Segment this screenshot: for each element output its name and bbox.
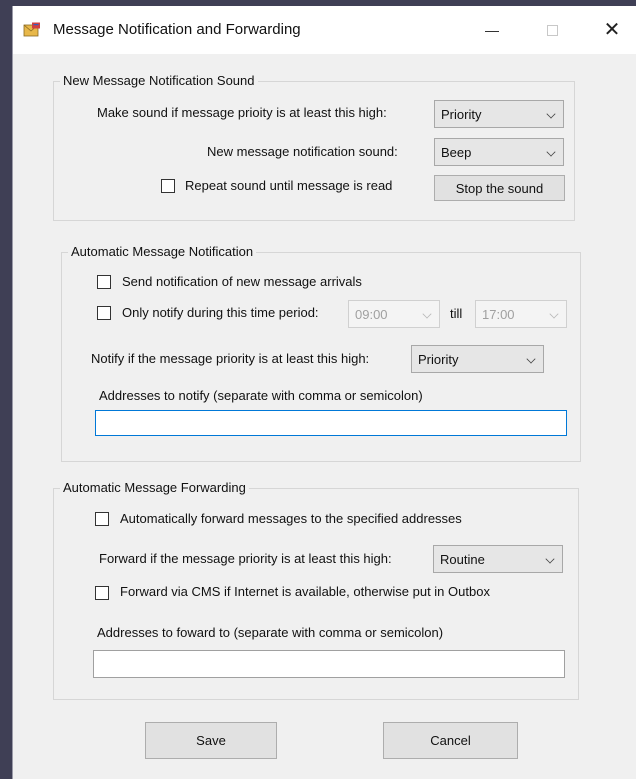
sound-select[interactable]: Beep — [434, 138, 564, 166]
sound-label: New message notification sound: — [207, 144, 398, 159]
maximize-button[interactable] — [523, 6, 581, 54]
sound-priority-label: Make sound if message prioity is at leas… — [97, 105, 387, 120]
forward-priority-select[interactable]: Routine — [433, 545, 563, 573]
notify-addresses-label: Addresses to notify (separate with comma… — [99, 388, 423, 403]
notify-priority-label: Notify if the message priority is at lea… — [91, 351, 370, 366]
chevron-down-icon — [526, 354, 536, 364]
forward-priority-label: Forward if the message priority is at le… — [99, 551, 392, 566]
cms-forward-label[interactable]: Forward via CMS if Internet is available… — [120, 584, 490, 599]
cancel-button[interactable]: Cancel — [383, 722, 518, 759]
auto-forward-checkbox[interactable] — [95, 512, 109, 526]
chevron-down-icon — [549, 309, 559, 319]
stop-sound-button[interactable]: Stop the sound — [434, 175, 565, 201]
minimize-button[interactable] — [463, 6, 521, 54]
minimize-icon — [485, 30, 499, 32]
repeat-sound-label[interactable]: Repeat sound until message is read — [185, 178, 392, 193]
start-time-select[interactable]: 09:00 — [348, 300, 440, 328]
forward-priority-value: Routine — [440, 552, 485, 567]
end-time-select[interactable]: 17:00 — [475, 300, 567, 328]
notify-priority-value: Priority — [418, 352, 459, 367]
chevron-down-icon — [545, 554, 555, 564]
repeat-sound-checkbox[interactable] — [161, 179, 175, 193]
auto-forward-label[interactable]: Automatically forward messages to the sp… — [120, 511, 462, 526]
dialog-window: Message Notification and Forwarding ✕ Ne… — [12, 6, 636, 779]
notify-addresses-input[interactable] — [95, 410, 567, 436]
close-button[interactable]: ✕ — [583, 6, 636, 54]
envelope-app-icon — [23, 22, 40, 37]
forward-addresses-label: Addresses to foward to (separate with co… — [97, 625, 444, 640]
notify-priority-select[interactable]: Priority — [411, 345, 544, 373]
title-bar[interactable]: Message Notification and Forwarding ✕ — [13, 6, 636, 54]
end-time-value: 17:00 — [482, 307, 515, 322]
time-period-checkbox[interactable] — [97, 306, 111, 320]
forward-group-title: Automatic Message Forwarding — [60, 480, 249, 495]
chevron-down-icon — [422, 309, 432, 319]
send-notification-checkbox[interactable] — [97, 275, 111, 289]
close-icon: ✕ — [603, 19, 621, 41]
cms-forward-checkbox[interactable] — [95, 586, 109, 600]
window-title: Message Notification and Forwarding — [53, 21, 301, 38]
chevron-down-icon — [546, 147, 556, 157]
till-label: till — [450, 306, 463, 321]
save-button[interactable]: Save — [145, 722, 277, 759]
chevron-down-icon — [546, 109, 556, 119]
sound-priority-select[interactable]: Priority — [434, 100, 564, 128]
time-period-label[interactable]: Only notify during this time period: — [122, 305, 319, 320]
sound-priority-value: Priority — [441, 107, 482, 122]
send-notification-label[interactable]: Send notification of new message arrival… — [122, 274, 362, 289]
sound-group-title: New Message Notification Sound — [60, 73, 258, 88]
forward-addresses-input[interactable] — [93, 650, 565, 678]
start-time-value: 09:00 — [355, 307, 388, 322]
sound-value: Beep — [441, 145, 472, 160]
notify-group-title: Automatic Message Notification — [68, 244, 257, 259]
maximize-icon — [546, 24, 558, 36]
